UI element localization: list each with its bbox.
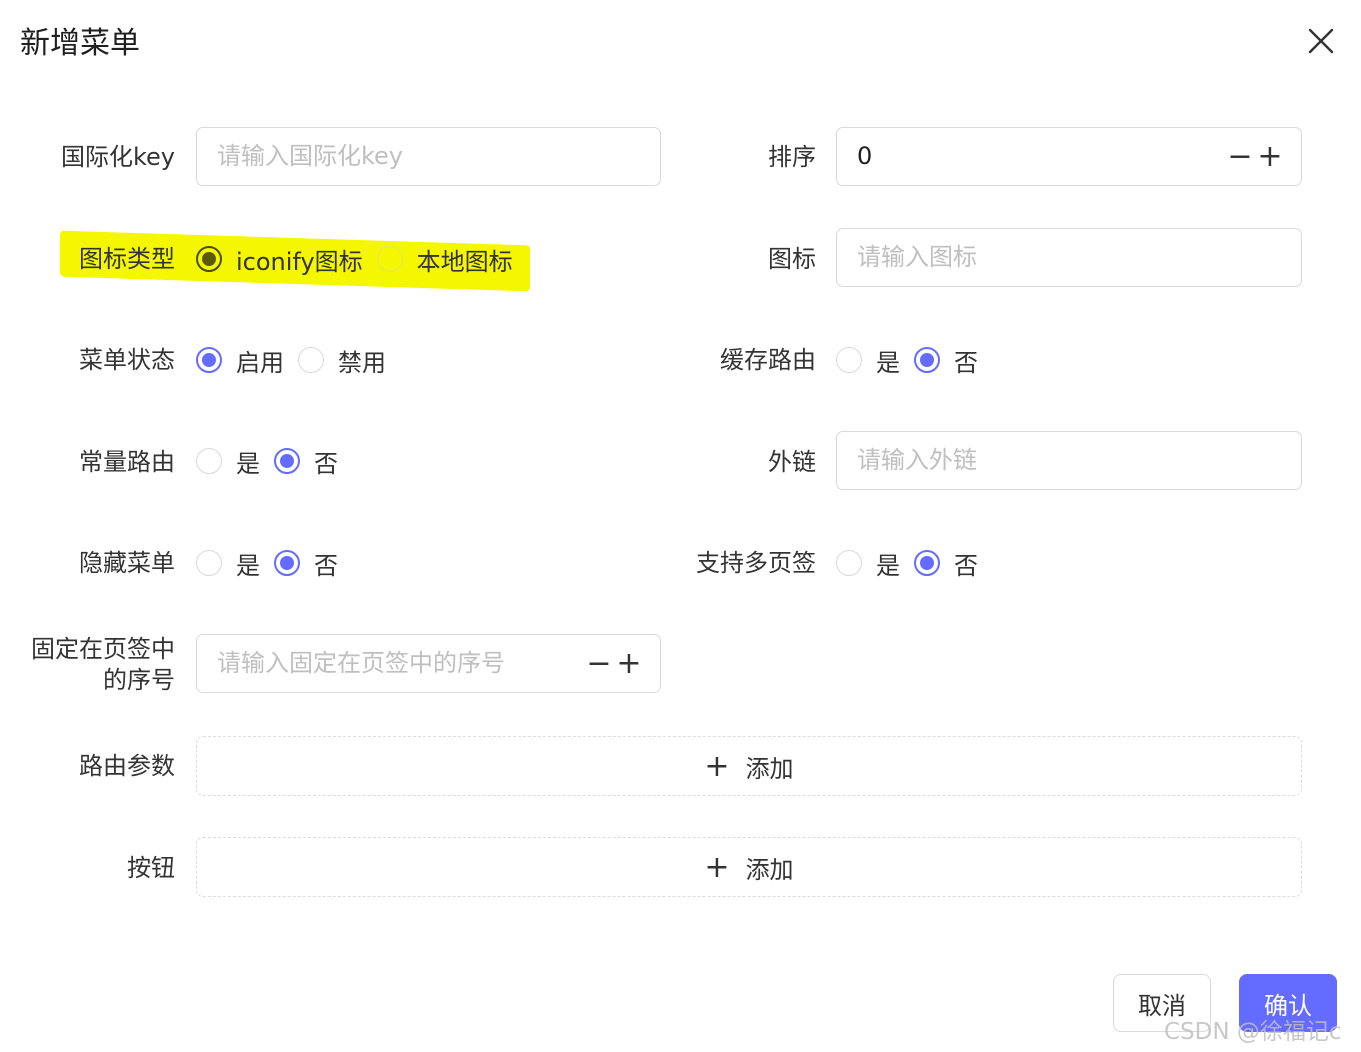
plus-icon[interactable]: + — [1255, 128, 1285, 185]
radio-option-no[interactable]: 否 — [274, 546, 338, 581]
fixed-tab-order-label-line2: 的序号 — [103, 666, 175, 694]
radio-option-no[interactable]: 否 — [914, 546, 978, 581]
order-stepper: − + — [1225, 128, 1285, 185]
radio-option-yes[interactable]: 是 — [196, 546, 260, 581]
menu-status-label: 菜单状态 — [79, 346, 175, 374]
fixed-tab-order-placeholder: 请输入固定在页签中的序号 — [217, 649, 505, 677]
radio-label: 启用 — [236, 348, 284, 377]
radio-checked[interactable] — [196, 347, 222, 373]
order-label: 排序 — [768, 143, 816, 171]
radio-unchecked[interactable] — [196, 550, 222, 576]
menu-status-radio-group: 启用 禁用 — [196, 340, 400, 380]
dialog-title: 新增菜单 — [20, 26, 140, 61]
radio-label: 否 — [314, 551, 338, 580]
cache-route-label: 缓存路由 — [720, 346, 816, 374]
radio-checked[interactable] — [196, 246, 222, 272]
icon-type-radio-group: iconify图标 本地图标 — [196, 239, 527, 279]
i18n-key-label: 国际化key — [60, 143, 175, 171]
radio-checked[interactable] — [274, 550, 300, 576]
add-label: 添加 — [745, 855, 794, 884]
multi-tab-label: 支持多页签 — [696, 549, 816, 577]
external-link-placeholder: 请输入外链 — [857, 446, 977, 474]
radio-unchecked[interactable] — [376, 246, 403, 272]
add-route-param-button[interactable]: + 添加 — [196, 736, 1302, 796]
icon-label: 图标 — [768, 245, 816, 273]
multi-tab-radio-group: 是 否 — [836, 543, 992, 583]
radio-unchecked[interactable] — [196, 448, 222, 474]
radio-label: 否 — [954, 551, 978, 580]
cache-route-radio-group: 是 否 — [836, 340, 992, 380]
radio-unchecked[interactable] — [836, 550, 862, 576]
icon-input[interactable]: 请输入图标 — [836, 228, 1302, 287]
order-number-input[interactable]: 0 − + — [836, 127, 1302, 186]
radio-option-no[interactable]: 否 — [274, 444, 338, 479]
radio-checked[interactable] — [274, 448, 300, 474]
icon-type-label: 图标类型 — [79, 245, 175, 273]
order-value: 0 — [857, 142, 873, 170]
radio-option-no[interactable]: 否 — [914, 343, 978, 378]
minus-icon[interactable]: − — [1225, 128, 1255, 185]
add-button-button[interactable]: + 添加 — [196, 837, 1302, 897]
radio-label: 禁用 — [338, 348, 386, 377]
radio-option-yes[interactable]: 是 — [836, 546, 900, 581]
buttons-label: 按钮 — [127, 854, 175, 882]
radio-label: 是 — [876, 348, 900, 377]
plus-icon[interactable]: + — [614, 635, 644, 692]
route-params-label: 路由参数 — [79, 752, 175, 780]
hide-menu-radio-group: 是 否 — [196, 543, 352, 583]
hide-menu-label: 隐藏菜单 — [79, 549, 175, 577]
i18n-key-input[interactable]: 请输入国际化key — [196, 127, 661, 186]
radio-label: 是 — [236, 551, 260, 580]
constant-route-radio-group: 是 否 — [196, 441, 352, 481]
i18n-key-placeholder: 请输入国际化key — [217, 142, 404, 170]
external-link-input[interactable]: 请输入外链 — [836, 431, 1302, 490]
radio-checked[interactable] — [914, 550, 940, 576]
icon-placeholder: 请输入图标 — [857, 243, 977, 271]
close-icon[interactable] — [1304, 24, 1338, 58]
radio-option-iconify[interactable]: iconify图标 — [196, 242, 363, 277]
minus-icon[interactable]: − — [584, 635, 614, 692]
fixed-tab-order-stepper: − + — [584, 635, 644, 692]
constant-route-label: 常量路由 — [79, 448, 175, 476]
radio-label: 否 — [954, 348, 978, 377]
watermark: CSDN @徐福记c — [1164, 1019, 1342, 1045]
radio-label: 是 — [236, 449, 260, 478]
radio-label: 是 — [876, 551, 900, 580]
radio-option-local[interactable]: 本地图标 — [376, 242, 513, 277]
radio-checked[interactable] — [914, 347, 940, 373]
radio-option-yes[interactable]: 是 — [836, 343, 900, 378]
radio-label: 否 — [314, 449, 338, 478]
add-label: 添加 — [745, 754, 794, 783]
fixed-tab-order-label-line1: 固定在页签中 — [31, 635, 175, 663]
radio-option-enabled[interactable]: 启用 — [196, 343, 284, 378]
radio-option-disabled[interactable]: 禁用 — [298, 343, 386, 378]
radio-label: iconify图标 — [236, 247, 363, 276]
plus-icon: + — [704, 849, 730, 885]
plus-icon: + — [704, 748, 730, 784]
external-link-label: 外链 — [768, 448, 816, 476]
radio-option-yes[interactable]: 是 — [196, 444, 260, 479]
radio-unchecked[interactable] — [298, 347, 324, 373]
radio-unchecked[interactable] — [836, 347, 862, 373]
radio-label: 本地图标 — [416, 247, 513, 276]
fixed-tab-order-input[interactable]: 请输入固定在页签中的序号 − + — [196, 634, 661, 693]
fixed-tab-order-label: 固定在页签中 的序号 — [10, 634, 175, 696]
